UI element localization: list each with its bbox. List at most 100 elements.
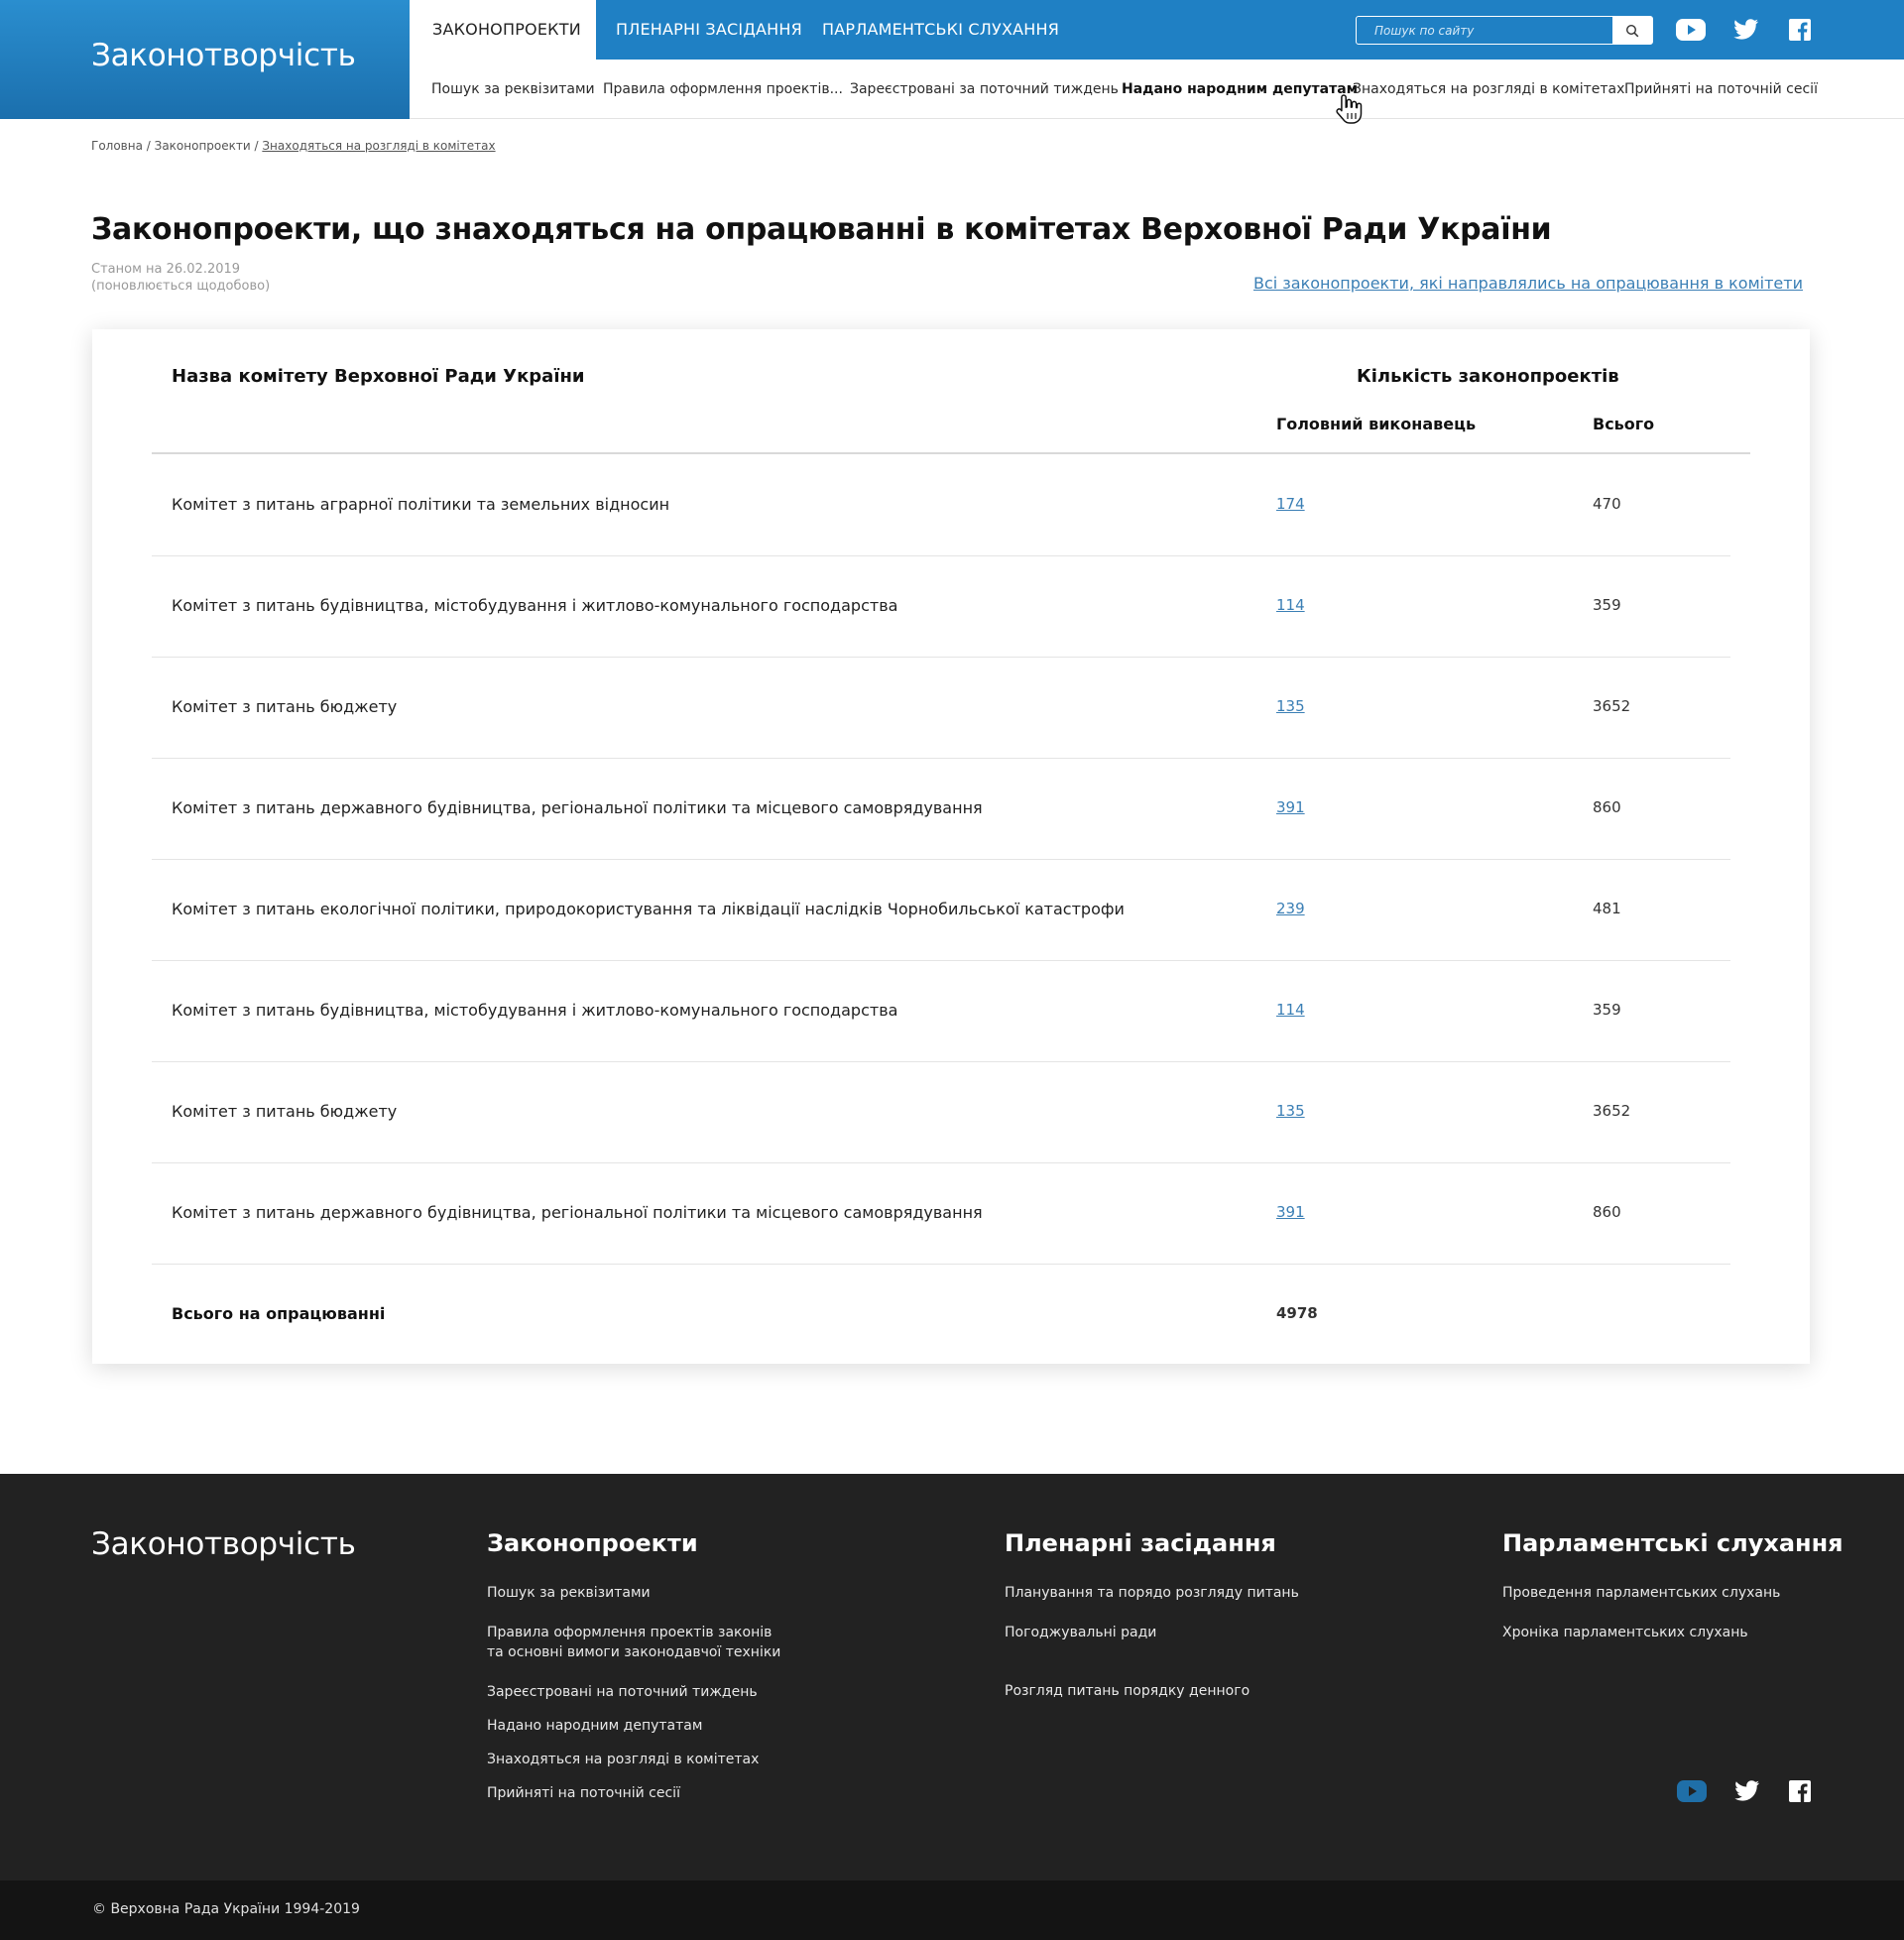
table-row: Комітет з питань будівництва, містобудув… [152, 961, 1730, 1062]
committees-table-card: Назва комітету Верховної Ради України Кі… [92, 329, 1810, 1364]
footer-logo-text[interactable]: Законотворчість [91, 1526, 356, 1562]
total-count: 481 [1593, 900, 1621, 917]
footer-link[interactable]: Знаходяться на розгляді в комітетах [487, 1750, 780, 1769]
main-executor-count-link[interactable]: 114 [1276, 596, 1305, 614]
footer-link[interactable]: Правила оформлення проектів законів [487, 1623, 780, 1642]
breadcrumb-current[interactable]: Знаходяться на розгляді в комітетах [262, 139, 495, 153]
footer-column-hearings: Парламентські слухання Проведення парлам… [1502, 1529, 1844, 1642]
total-count: 470 [1593, 495, 1621, 513]
main-executor-count-link[interactable]: 135 [1276, 697, 1305, 715]
twitter-icon [1734, 1780, 1759, 1801]
site-header: Законотворчість ЗАКОНОПРОЕКТИ ПЛЕНАРНІ З… [0, 0, 1904, 124]
total-count: 359 [1593, 596, 1621, 614]
facebook-icon [1789, 1780, 1811, 1802]
table-row: Комітет з питань екологічної політики, п… [152, 860, 1730, 961]
total-count: 359 [1593, 1001, 1621, 1019]
table-row: Комітет з питань будівництва, містобудув… [152, 556, 1730, 658]
footer-link[interactable]: та основні вимоги законодавчої техніки [487, 1642, 780, 1662]
table-row: Комітет з питань бюджету 135 3652 [152, 1062, 1730, 1163]
breadcrumb: Головна / Законопроекти / Знаходяться на… [91, 139, 496, 153]
breadcrumb-separator: / [142, 139, 155, 153]
header-divider [152, 452, 1750, 454]
footer-facebook-link[interactable] [1784, 1778, 1816, 1804]
hand-cursor-icon [1336, 94, 1363, 124]
footer-link[interactable]: Хроніка парламентських слухань [1502, 1623, 1844, 1642]
subnav-zareiestrovani[interactable]: Зареєстровані за поточний тиждень [850, 60, 1119, 119]
summary-row: Всього на опрацюванні 4978 [152, 1265, 1730, 1366]
committee-name: Комітет з питань бюджету [172, 697, 398, 716]
sub-nav: Пошук за реквізитами Правила оформлення … [410, 60, 1904, 119]
subnav-pravyla-oformlennia[interactable]: Правила оформлення проектів... [603, 60, 843, 119]
main-executor-count-link[interactable]: 114 [1276, 1001, 1305, 1019]
search-icon [1625, 24, 1639, 37]
footer-column-title: Парламентські слухання [1502, 1529, 1844, 1557]
column-header-main-executor: Головний виконавець [1276, 415, 1477, 433]
footer-twitter-link[interactable] [1731, 1778, 1763, 1804]
summary-total: 4978 [1276, 1304, 1318, 1322]
footer-link[interactable]: Зареєстровані на поточний тиждень [487, 1682, 780, 1702]
status-note: (поновлюється щодобово) [91, 279, 271, 294]
footer-column-title: Пленарні засідання [1005, 1529, 1276, 1557]
table-row: Комітет з питань державного будівництва,… [152, 759, 1730, 860]
all-bills-link[interactable]: Всі законопроекти, які направлялись на о… [1253, 274, 1803, 293]
subnav-u-komitetakh[interactable]: Знаходяться на розгляді в комітетах [1353, 60, 1624, 119]
total-count: 860 [1593, 798, 1621, 816]
tab-parlamentski-sluhannia[interactable]: ПАРЛАМЕНТСЬКІ СЛУХАННЯ [822, 0, 1059, 60]
main-executor-count-link[interactable]: 239 [1276, 900, 1305, 917]
committee-name: Комітет з питань аграрної політики та зе… [172, 495, 670, 514]
footer-link[interactable]: Прийняті на поточній сесії [487, 1783, 780, 1803]
table-row: Комітет з питань аграрної політики та зе… [152, 455, 1730, 556]
youtube-link[interactable] [1676, 17, 1706, 43]
twitter-icon [1733, 19, 1758, 40]
summary-label: Всього на опрацюванні [172, 1304, 386, 1323]
footer-link[interactable]: Розгляд питань порядку денного [1005, 1681, 1299, 1701]
footer-link[interactable]: Проведення парламентських слухань [1502, 1583, 1844, 1603]
breadcrumb-section[interactable]: Законопроекти [155, 139, 251, 153]
breadcrumb-home[interactable]: Головна [91, 139, 143, 153]
status-date: Станом на 26.02.2019 [91, 262, 241, 277]
search-button[interactable] [1612, 17, 1652, 44]
tab-zakonoproekty[interactable]: ЗАКОНОПРОЕКТИ [410, 0, 596, 60]
subnav-pryiniati-na-sesii[interactable]: Прийняті на поточній сесії [1624, 60, 1818, 119]
facebook-icon [1789, 19, 1811, 41]
copyright-bar: © Верховна Рада України 1994-2019 [0, 1880, 1904, 1940]
subnav-nadano-deputatam[interactable]: Надано народним депутатам [1122, 60, 1358, 119]
total-count: 860 [1593, 1203, 1621, 1221]
search-input[interactable] [1357, 17, 1612, 44]
subnav-poshuk-za-rekvizytamy[interactable]: Пошук за реквізитами [431, 60, 595, 119]
table-row: Комітет з питань бюджету 135 3652 [152, 658, 1730, 759]
tab-plenarni-zasidannia[interactable]: ПЛЕНАРНІ ЗАСІДАННЯ [616, 0, 802, 60]
site-search [1356, 16, 1653, 45]
facebook-link[interactable] [1785, 17, 1815, 43]
main-executor-count-link[interactable]: 174 [1276, 495, 1305, 513]
brand-block[interactable]: Законотворчість [0, 0, 410, 119]
committee-name: Комітет з питань державного будівництва,… [172, 1203, 983, 1222]
copyright-text: © Верховна Рада України 1994-2019 [92, 1901, 360, 1917]
twitter-link[interactable] [1731, 17, 1761, 43]
total-count: 3652 [1593, 1102, 1631, 1120]
column-header-total: Всього [1593, 415, 1655, 433]
site-footer: Законотворчість Законопроекти Пошук за р… [0, 1474, 1904, 1880]
footer-link[interactable]: Планування та порядо розгляду питань [1005, 1583, 1299, 1603]
committee-name: Комітет з питань будівництва, містобудув… [172, 1001, 898, 1020]
footer-link[interactable]: Погоджувальні ради [1005, 1623, 1299, 1642]
main-executor-count-link[interactable]: 391 [1276, 798, 1305, 816]
footer-column-title: Законопроекти [487, 1529, 698, 1557]
footer-youtube-link[interactable] [1676, 1778, 1708, 1804]
youtube-icon [1677, 1780, 1707, 1802]
youtube-icon [1676, 19, 1706, 41]
footer-link[interactable]: Пошук за реквізитами [487, 1583, 780, 1603]
committee-name: Комітет з питань екологічної політики, п… [172, 900, 1125, 918]
main-executor-count-link[interactable]: 135 [1276, 1102, 1305, 1120]
committee-name: Комітет з питань бюджету [172, 1102, 398, 1121]
footer-column-plenary: Пленарні засідання Планування та порядо … [1005, 1529, 1299, 1701]
page-title: Законопроекти, що знаходяться на опрацюв… [91, 212, 1552, 247]
column-header-count: Кількість законопроектів [1357, 366, 1619, 387]
footer-column-bills: Законопроекти Пошук за реквізитами Прави… [487, 1529, 780, 1803]
footer-link[interactable]: Надано народним депутатам [487, 1716, 780, 1736]
main-executor-count-link[interactable]: 391 [1276, 1203, 1305, 1221]
committee-name: Комітет з питань будівництва, містобудув… [172, 596, 898, 615]
table-row: Комітет з питань державного будівництва,… [152, 1163, 1730, 1265]
site-logo-text[interactable]: Законотворчість [91, 38, 356, 73]
top-nav-bar: ЗАКОНОПРОЕКТИ ПЛЕНАРНІ ЗАСІДАННЯ ПАРЛАМЕ… [410, 0, 1904, 60]
